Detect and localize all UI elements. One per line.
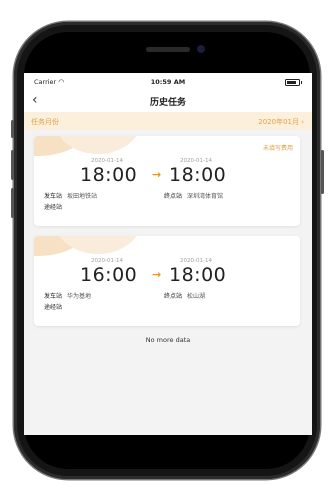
status-badge: 未填写费用 [262,145,293,152]
phone-volume-down [11,188,14,218]
phone-speaker [146,47,190,52]
battery-level [287,81,297,84]
no-more-data-label: No more data [145,336,191,344]
task-card[interactable]: 2020-01-14 2020-01-14 16:00 → 18:00 发车站华… [34,236,300,326]
status-bar: Carrier ◠ 10:59 AM [24,73,312,89]
app-screen: Carrier ◠ 10:59 AM ‹ 历史任务 任务月份 2020年01月 ›… [24,73,312,435]
page-title: 历史任务 [149,98,186,108]
via-label: 途经站 [44,204,63,211]
month-filter-label: 任务月份 [31,118,59,126]
arrow-right-icon: → [152,268,162,281]
month-selector[interactable]: 2020年01月 › [258,117,304,127]
terminal-label: 终点站 [164,293,183,300]
start-time: 16:00 [80,264,138,286]
departure-value: 坂田地铁站 [67,193,98,200]
terminal-value: 松山湖 [187,293,206,300]
departure-station: 发车站 坂田地铁站 [44,191,97,200]
battery-icon [285,79,302,86]
via-label: 途经站 [44,304,63,311]
terminal-label: 终点站 [164,193,183,200]
phone-power-button [321,150,324,194]
end-time: 18:00 [169,264,227,286]
start-time: 18:00 [80,164,138,186]
phone-camera [197,45,205,53]
arrow-right-icon: → [152,168,162,181]
via-stations: 途经站 [44,202,67,211]
departure-label: 发车站 [44,193,63,200]
departure-label: 发车站 [44,293,63,300]
phone-volume-up [11,150,14,180]
status-time: 10:59 AM [150,78,186,86]
terminal-value: 深圳湾体育馆 [187,193,224,200]
departure-station: 发车站 华为基地 [44,291,91,300]
month-filter[interactable]: 任务月份 2020年01月 › [24,112,312,130]
terminal-station: 终点站 松山湖 [164,291,205,300]
terminal-station: 终点站 深圳湾体育馆 [164,191,223,200]
via-stations: 途经站 [44,302,67,311]
departure-value: 华为基地 [67,293,92,300]
task-card[interactable]: 未填写费用 2020-01-14 2020-01-14 18:00 → 18:0… [34,136,300,226]
nav-bar: ‹ 历史任务 [24,89,312,112]
phone-mute-switch [11,120,14,138]
end-time: 18:00 [169,164,227,186]
